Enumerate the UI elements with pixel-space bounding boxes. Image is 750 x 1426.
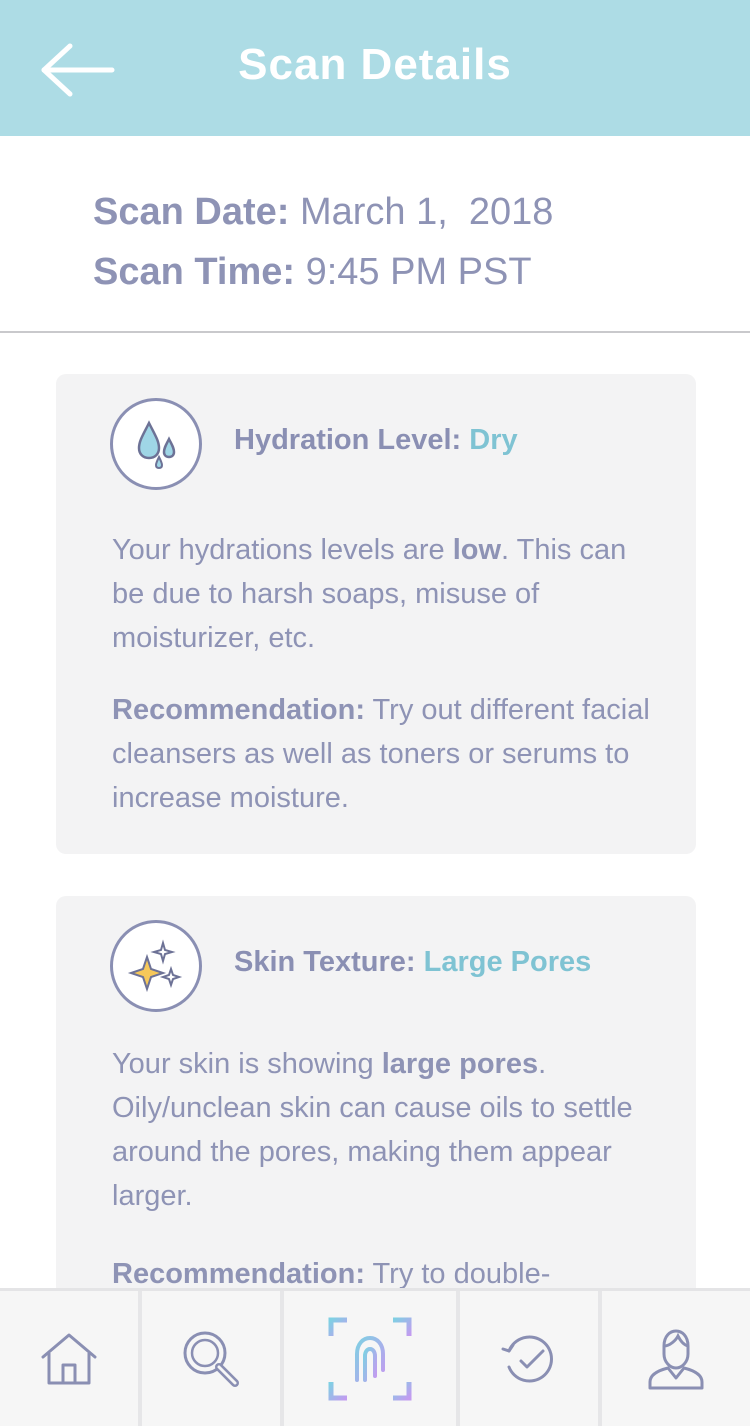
tab-search[interactable] — [142, 1291, 280, 1426]
skin-texture-desc-bold: large pores — [381, 1048, 539, 1080]
skin-texture-value: Large Pores — [423, 946, 592, 978]
skin-texture-rec-text: Try to double- — [364, 1258, 551, 1290]
sparkles-icon — [127, 939, 183, 993]
hydration-rec-label: Recommendation: — [112, 694, 365, 726]
hydration-recommendation: Recommendation: Try out different facial… — [112, 688, 656, 820]
profile-icon — [648, 1328, 704, 1389]
hydration-desc-before: Your hydrations levels are — [112, 534, 453, 566]
hydration-label: Hydration Level: — [234, 424, 462, 456]
hydration-icon-badge — [110, 398, 202, 490]
hydration-value: Dry — [469, 424, 518, 456]
scan-time-label: Scan Time: — [93, 251, 296, 293]
hydration-heading: Hydration Level: Dry — [234, 424, 518, 457]
tab-face-scan[interactable] — [284, 1291, 456, 1426]
skin-texture-icon-badge — [110, 920, 202, 1012]
face-scan-icon — [328, 1317, 412, 1400]
scan-date-row: Scan Date: March 1, 2018 — [93, 182, 553, 242]
scan-date-label: Scan Date: — [93, 191, 290, 233]
scan-time-row: Scan Time: 9:45 PM PST — [93, 242, 553, 302]
home-icon — [41, 1333, 97, 1384]
search-icon — [183, 1331, 239, 1387]
tab-profile[interactable] — [602, 1291, 750, 1426]
scan-time-value: 9:45 PM PST — [305, 251, 532, 293]
hydration-desc-bold: low — [452, 534, 502, 566]
skin-texture-rec-label: Recommendation: — [112, 1258, 365, 1290]
divider — [0, 331, 750, 333]
water-drops-icon — [137, 420, 176, 470]
skin-texture-heading: Skin Texture: Large Pores — [234, 946, 591, 979]
skin-texture-label: Skin Texture: — [234, 946, 416, 978]
skin-texture-description: Your skin is showing large pores. Oily/u… — [112, 1042, 656, 1218]
scan-date-value: March 1, 2018 — [299, 191, 554, 233]
history-icon — [501, 1335, 553, 1382]
skin-texture-card: Skin Texture: Large Pores Your skin is s… — [56, 896, 696, 1316]
tab-history[interactable] — [460, 1291, 598, 1426]
top-header: Scan Details — [0, 0, 750, 136]
hydration-card: Hydration Level: Dry Your hydrations lev… — [56, 374, 696, 854]
tab-home[interactable] — [0, 1291, 138, 1426]
skin-texture-desc-before: Your skin is showing — [112, 1048, 382, 1080]
page-title: Scan Details — [238, 40, 512, 89]
scan-info: Scan Date: March 1, 2018 Scan Time: 9:45… — [93, 182, 553, 302]
bottom-tab-bar — [0, 1288, 750, 1426]
hydration-description: Your hydrations levels are low. This can… — [112, 528, 656, 660]
